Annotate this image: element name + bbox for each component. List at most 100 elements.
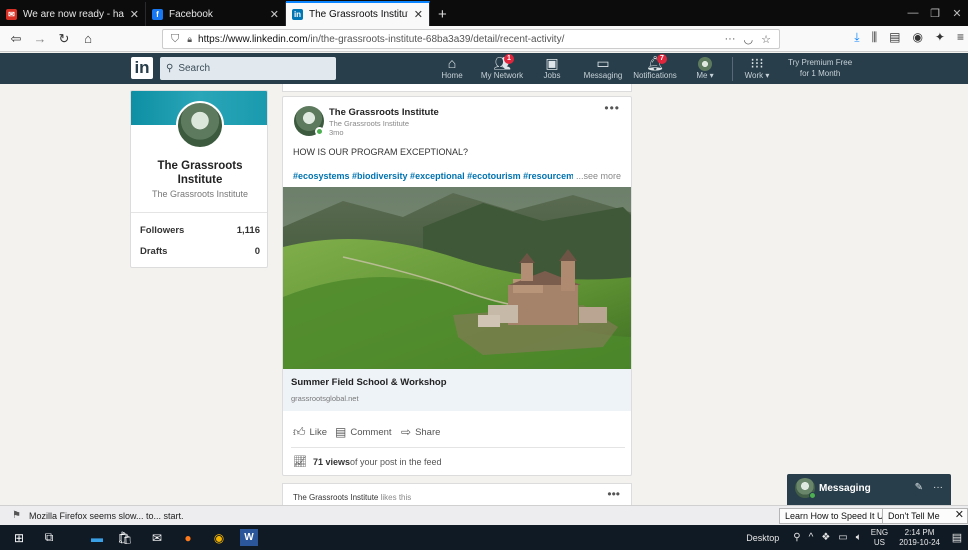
pocket-icon[interactable]: ◡	[744, 33, 754, 46]
post-image-monastery-landscape[interactable]	[283, 187, 631, 369]
word-icon[interactable]: W	[240, 529, 258, 546]
page-actions-icon[interactable]: ···	[725, 33, 736, 46]
notification-text: Mozilla Firefox seems slow... to... star…	[28, 510, 184, 521]
bookmark-star-icon[interactable]: ☆	[761, 33, 771, 46]
restore-icon[interactable]: ❐	[924, 7, 946, 20]
download-icon[interactable]: ⤓	[854, 30, 859, 45]
battery-icon[interactable]: ▭	[838, 532, 847, 543]
firefox-icon[interactable]: ●	[179, 529, 197, 546]
premium-link[interactable]: Try Premium Free for 1 Month	[788, 57, 852, 79]
file-explorer-icon[interactable]: ▬	[88, 529, 106, 546]
volume-icon[interactable]: 🔈︎	[856, 532, 862, 543]
shield-icon[interactable]: ⛉	[171, 33, 179, 46]
network-badge: 1	[504, 54, 514, 64]
addon-icon[interactable]: ✦	[935, 30, 945, 45]
extension-icon[interactable]: ◉	[912, 30, 922, 45]
tab-linkedin[interactable]: in The Grassroots Institute | Linke ✕	[286, 1, 430, 26]
reload-icon[interactable]: ↻	[54, 31, 74, 47]
share-button[interactable]: ⇨ Share	[401, 425, 440, 439]
previous-post-card	[282, 84, 632, 92]
landscape-photo	[283, 187, 631, 369]
post-text: HOW IS OUR PROGRAM EXCEPTIONAL?	[293, 147, 469, 157]
people-icon[interactable]: ⚲	[793, 532, 800, 543]
stat-followers[interactable]: Followers 1,116	[140, 225, 260, 236]
browser-notification-bar: ⚑ Mozilla Firefox seems slow... to... st…	[0, 505, 968, 535]
forward-icon[interactable]: →	[30, 31, 50, 46]
browser-nav-bar: ⇦ → ↻ ⌂ ⛉ 🔒︎ https://www.linkedin.com /i…	[0, 26, 968, 52]
compose-icon[interactable]: ✎	[915, 482, 923, 493]
post-timestamp: 3mo	[329, 128, 344, 137]
profile-name[interactable]: The Grassroots Institute	[131, 159, 267, 187]
nav-home[interactable]: ⌂ Home	[425, 55, 479, 81]
windows-start-icon[interactable]: ⊞	[10, 529, 28, 546]
nav-notifications[interactable]: 🔔︎ 7 Notifications	[628, 54, 682, 81]
search-icon: ⚲	[166, 63, 174, 74]
comment-button[interactable]: ▤ Comment	[335, 425, 392, 439]
grid-icon: ⁝⁝⁝	[750, 55, 764, 71]
online-status-dot	[315, 127, 324, 136]
menu-icon[interactable]: ≡	[957, 30, 964, 45]
profile-subtitle: The Grassroots Institute	[151, 189, 249, 199]
clock[interactable]: 2:14 PM 2019-10-24	[899, 528, 940, 548]
post-author-subtitle: The Grassroots Institute	[329, 119, 410, 128]
like-button[interactable]: 👍︎ Like	[293, 425, 327, 440]
nav-messaging[interactable]: ▭ Messaging	[576, 55, 630, 81]
facebook-icon: f	[152, 8, 163, 20]
share-icon: ⇨	[401, 425, 412, 439]
language-indicator[interactable]: ENG US	[871, 528, 888, 548]
close-notification-icon[interactable]: ✕	[955, 508, 964, 521]
linkedin-header: in ⚲ Search ⌂ Home 👥︎ 1 My Network ▣ Jobs…	[0, 53, 968, 84]
link-title[interactable]: Summer Field School & Workshop	[291, 377, 447, 388]
post-author-name[interactable]: The Grassroots Institute	[329, 107, 439, 118]
messaging-widget[interactable]: Messaging ✎ ···	[787, 474, 951, 505]
post-views[interactable]: 📈︎ 71 views of your post in the feed	[293, 455, 442, 468]
task-view-icon[interactable]: ⧉	[40, 529, 58, 546]
feed-post: The Grassroots Institute The Grassroots …	[282, 96, 632, 476]
nav-my-network[interactable]: 👥︎ 1 My Network	[475, 54, 529, 81]
post-more-menu[interactable]: •••	[607, 487, 620, 501]
link-domain: grassrootsglobal.net	[291, 394, 359, 403]
profile-card: The Grassroots Institute The Grassroots …	[130, 90, 268, 268]
close-tab-icon[interactable]: ✕	[130, 8, 139, 21]
see-more-link[interactable]: ...see more	[572, 171, 621, 181]
lock-icon[interactable]: 🔒︎	[187, 34, 192, 45]
divider	[131, 212, 267, 213]
tab-facebook[interactable]: f Facebook ✕	[146, 2, 286, 26]
close-tab-icon[interactable]: ✕	[414, 8, 423, 21]
tab-gmail[interactable]: ✉ We are now ready - harjjumen ✕	[0, 2, 146, 26]
nav-me[interactable]: Me ▾	[678, 55, 732, 81]
stat-drafts[interactable]: Drafts 0	[140, 246, 260, 257]
post-more-menu[interactable]: •••	[604, 101, 620, 115]
mail-icon: ✉	[6, 8, 17, 20]
chrome-icon[interactable]: ◉	[210, 529, 228, 546]
divider	[291, 447, 625, 448]
minimize-icon[interactable]: —	[902, 7, 924, 19]
profile-avatar[interactable]	[176, 101, 224, 149]
home-icon[interactable]: ⌂	[78, 31, 98, 46]
mail-icon[interactable]: ✉	[148, 529, 166, 546]
url-bar[interactable]: ⛉ 🔒︎ https://www.linkedin.com /in/the-gr…	[162, 29, 780, 49]
link-preview[interactable]: Summer Field School & Workshop grassroot…	[283, 369, 631, 411]
more-icon[interactable]: ···	[933, 482, 943, 493]
tray-chevron-icon[interactable]: ^	[809, 532, 814, 543]
window-controls: — ❐ ✕	[902, 0, 968, 26]
thumbs-up-icon: 👍︎	[293, 425, 306, 439]
learn-speed-up-button[interactable]: Learn How to Speed It Up	[779, 508, 895, 524]
windows-taskbar: ⊞ ⧉ ▬ 🛍︎ ✉ ● ◉ W Desktop ⚲ ^ ❖ ▭ 🔈︎ ENG …	[0, 525, 968, 550]
sidebar-icon[interactable]: ▤	[889, 30, 900, 45]
back-icon[interactable]: ⇦	[6, 31, 26, 47]
search-input[interactable]: ⚲ Search	[160, 57, 336, 80]
new-tab-button[interactable]: +	[430, 2, 455, 26]
firefox-slow-icon: ⚑	[12, 510, 21, 521]
dropbox-icon[interactable]: ❖	[821, 532, 830, 543]
online-status-dot	[809, 492, 816, 499]
desktop-toolbar[interactable]: Desktop	[746, 533, 779, 543]
store-icon[interactable]: 🛍︎	[116, 529, 134, 546]
close-tab-icon[interactable]: ✕	[270, 8, 279, 21]
linkedin-logo[interactable]: in	[131, 57, 153, 79]
action-center-icon[interactable]: ▤	[946, 531, 968, 544]
nav-work[interactable]: ⁝⁝⁝ Work ▾	[730, 55, 784, 81]
library-icon[interactable]: ⫼	[872, 30, 878, 45]
nav-jobs[interactable]: ▣ Jobs	[525, 55, 579, 81]
close-window-icon[interactable]: ✕	[946, 7, 968, 20]
